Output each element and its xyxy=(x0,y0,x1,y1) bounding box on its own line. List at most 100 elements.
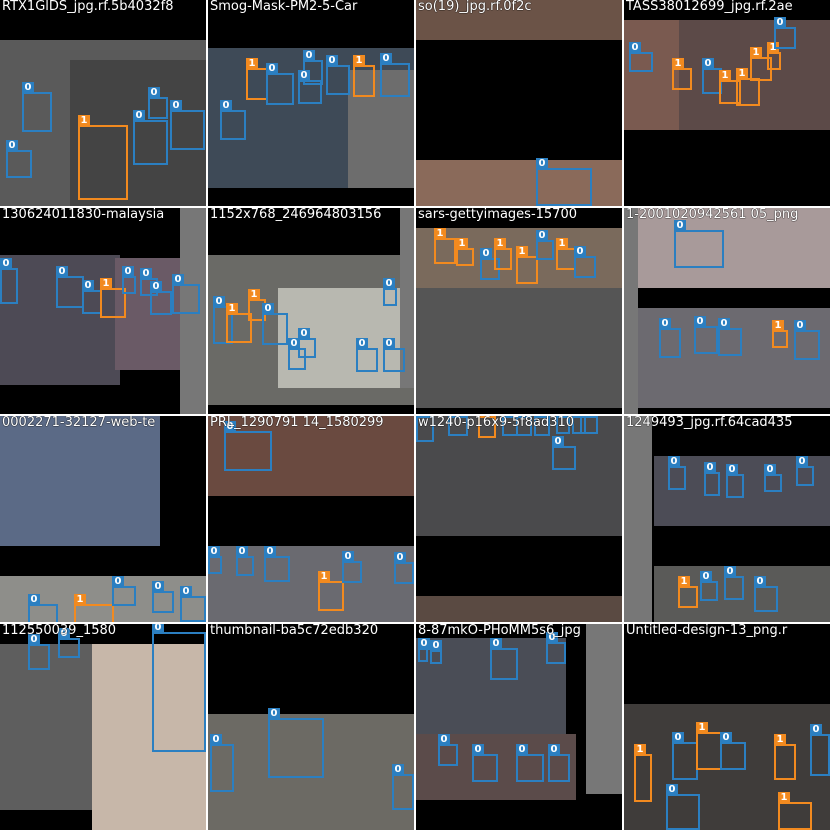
bbox-label: 0 xyxy=(298,328,310,340)
tile-filename: w1240-p16x9-5f8ad310 xyxy=(418,416,575,430)
bbox-label: 0 xyxy=(210,734,222,746)
tile-filename: 0002271-32127-web-te xyxy=(2,416,156,430)
mosaic-tile: 0 0 0 0 1 0 0 PRL_1290791 14_1580299 xyxy=(208,416,414,622)
bbox-label: 0 xyxy=(552,436,564,448)
bbox-label: 1 xyxy=(556,238,568,250)
bbox-class-0: 0 xyxy=(236,546,254,576)
bbox-class-1: 1 xyxy=(767,42,781,70)
bbox-label: 1 xyxy=(778,792,790,804)
tile-filename: TASS38012699_jpg.rf.2ae xyxy=(626,0,793,14)
bbox-class-0: 0 xyxy=(629,42,653,72)
bbox-class-0: 0 xyxy=(794,320,820,360)
bbox-class-0: 0 xyxy=(694,316,718,354)
mosaic-tile: 0 1 0 0 0 0 RTX1GlDS_jpg.rf.5b4032f8 xyxy=(0,0,206,206)
bbox-label: 0 xyxy=(394,552,406,564)
bbox-class-0: 0 xyxy=(220,100,246,140)
bbox-class-0: 0 xyxy=(674,220,724,268)
bbox-class-0: 0 xyxy=(28,594,58,622)
bbox-class-0: 0 xyxy=(342,551,362,583)
bbox-label: 0 xyxy=(574,246,586,258)
bbox-label: 0 xyxy=(764,464,776,476)
bbox-label: 0 xyxy=(718,318,730,330)
bbox-class-0: 0 xyxy=(82,280,102,314)
padding-region xyxy=(586,624,622,794)
bbox-class-1: 1 xyxy=(696,722,722,770)
bbox-class-1: 1 xyxy=(74,594,114,622)
tile-filename: RTX1GlDS_jpg.rf.5b4032f8 xyxy=(2,0,174,14)
tile-filename: PRL_1290791 14_1580299 xyxy=(210,416,384,430)
bbox-class-1: 1 xyxy=(516,246,538,284)
bbox-label: 0 xyxy=(180,586,192,598)
tile-filename: 1152x768_246964803156 xyxy=(210,208,382,222)
bbox-label: 1 xyxy=(516,246,528,258)
bbox-class-0: 0 xyxy=(0,258,18,304)
bbox-label: 1 xyxy=(246,58,258,70)
bbox-class-0: 0 xyxy=(152,581,174,613)
bbox-class-0: 0 xyxy=(720,732,746,770)
bbox-label: 0 xyxy=(150,281,162,293)
bbox-class-1: 1 xyxy=(778,792,812,830)
bbox-label: 0 xyxy=(383,278,395,290)
bbox-class-0: 0 xyxy=(172,274,200,314)
bbox-class-0: 0 xyxy=(764,464,782,492)
bbox-class-0: 0 xyxy=(726,464,744,498)
mosaic-tile: 0 0 0 112550039_1580 xyxy=(0,624,206,830)
bbox-class-0: 0 xyxy=(659,318,681,358)
bbox-class-0: 0 xyxy=(224,421,272,471)
bbox-label: 0 xyxy=(170,100,182,112)
bbox-label: 0 xyxy=(266,63,278,75)
tile-filename: Smog-Mask-PM2-5-Car xyxy=(210,0,358,14)
bbox-class-1: 1 xyxy=(434,228,456,264)
photo-region xyxy=(416,596,622,622)
mosaic-tile: 0010000000w1240-p16x9-5f8ad310 xyxy=(416,416,622,622)
bbox-class-1: 1 xyxy=(494,238,512,270)
bbox-label: 0 xyxy=(726,464,738,476)
bbox-class-1: 1 xyxy=(456,238,474,266)
bbox-class-0: 0 xyxy=(180,586,206,622)
bbox-class-1: 1 xyxy=(353,55,375,97)
mosaic-tile: 0 so(19)_jpg.rf.0f2c xyxy=(416,0,622,206)
bbox-label: 0 xyxy=(702,58,714,70)
bbox-class-1: 1 xyxy=(774,734,796,780)
padding-region xyxy=(624,208,638,414)
bbox-class-0: 0 xyxy=(552,436,576,470)
bbox-label: 0 xyxy=(548,744,560,756)
tile-filename: thumbnail-ba5c72edb320 xyxy=(210,624,379,638)
bbox-class-1: 1 xyxy=(736,68,760,106)
bbox-label: 1 xyxy=(634,744,646,756)
bbox-class-0: 0 xyxy=(383,278,397,306)
bbox-class-0: 0 xyxy=(266,63,294,105)
bbox-label: 0 xyxy=(430,640,442,652)
bbox-label: 0 xyxy=(0,258,12,270)
bbox-label: 0 xyxy=(264,546,276,558)
tile-filename: 8-87mkO-PHoMM5s6_jpg xyxy=(418,624,581,638)
bbox-label: 1 xyxy=(750,47,762,59)
bbox-class-0: 0 xyxy=(148,87,168,119)
bbox-class-0: 0 xyxy=(754,576,778,612)
tile-filename: sars-gettyimages-15700 xyxy=(418,208,577,222)
bbox-label: 0 xyxy=(326,55,338,67)
bbox-label: 0 xyxy=(236,546,248,558)
photo-region xyxy=(624,20,679,130)
bbox-label: 0 xyxy=(82,280,94,292)
bbox-label: 0 xyxy=(774,17,786,29)
bbox-label: 0 xyxy=(268,708,280,720)
bbox-class-0: 0 xyxy=(133,110,168,165)
bbox-class-0: 0 xyxy=(170,100,205,150)
bbox-label: 1 xyxy=(696,722,708,734)
bbox-label: 0 xyxy=(380,53,392,65)
bbox-class-0: 0 xyxy=(6,140,32,178)
bbox-label: 0 xyxy=(152,581,164,593)
bbox-class-0: 0 xyxy=(700,571,718,601)
bbox-class-0: 0 xyxy=(268,708,324,778)
bbox-label: 0 xyxy=(536,230,548,242)
bbox-label: 0 xyxy=(418,638,430,650)
mosaic-tile: 0 0 0 1 0 0 0 0 130624011830-malaysia xyxy=(0,208,206,414)
bbox-class-0: 0 xyxy=(210,734,234,792)
bbox-class-0: 0 xyxy=(392,764,414,810)
bbox-label: 1 xyxy=(736,68,748,80)
bbox-label: 0 xyxy=(629,42,641,54)
bbox-class-0: 0 xyxy=(262,303,288,345)
mosaic-tile: 0 0 0 0 1 0 1-2001020942561 05_png xyxy=(624,208,830,414)
bbox-class-0: 0 xyxy=(574,246,596,278)
